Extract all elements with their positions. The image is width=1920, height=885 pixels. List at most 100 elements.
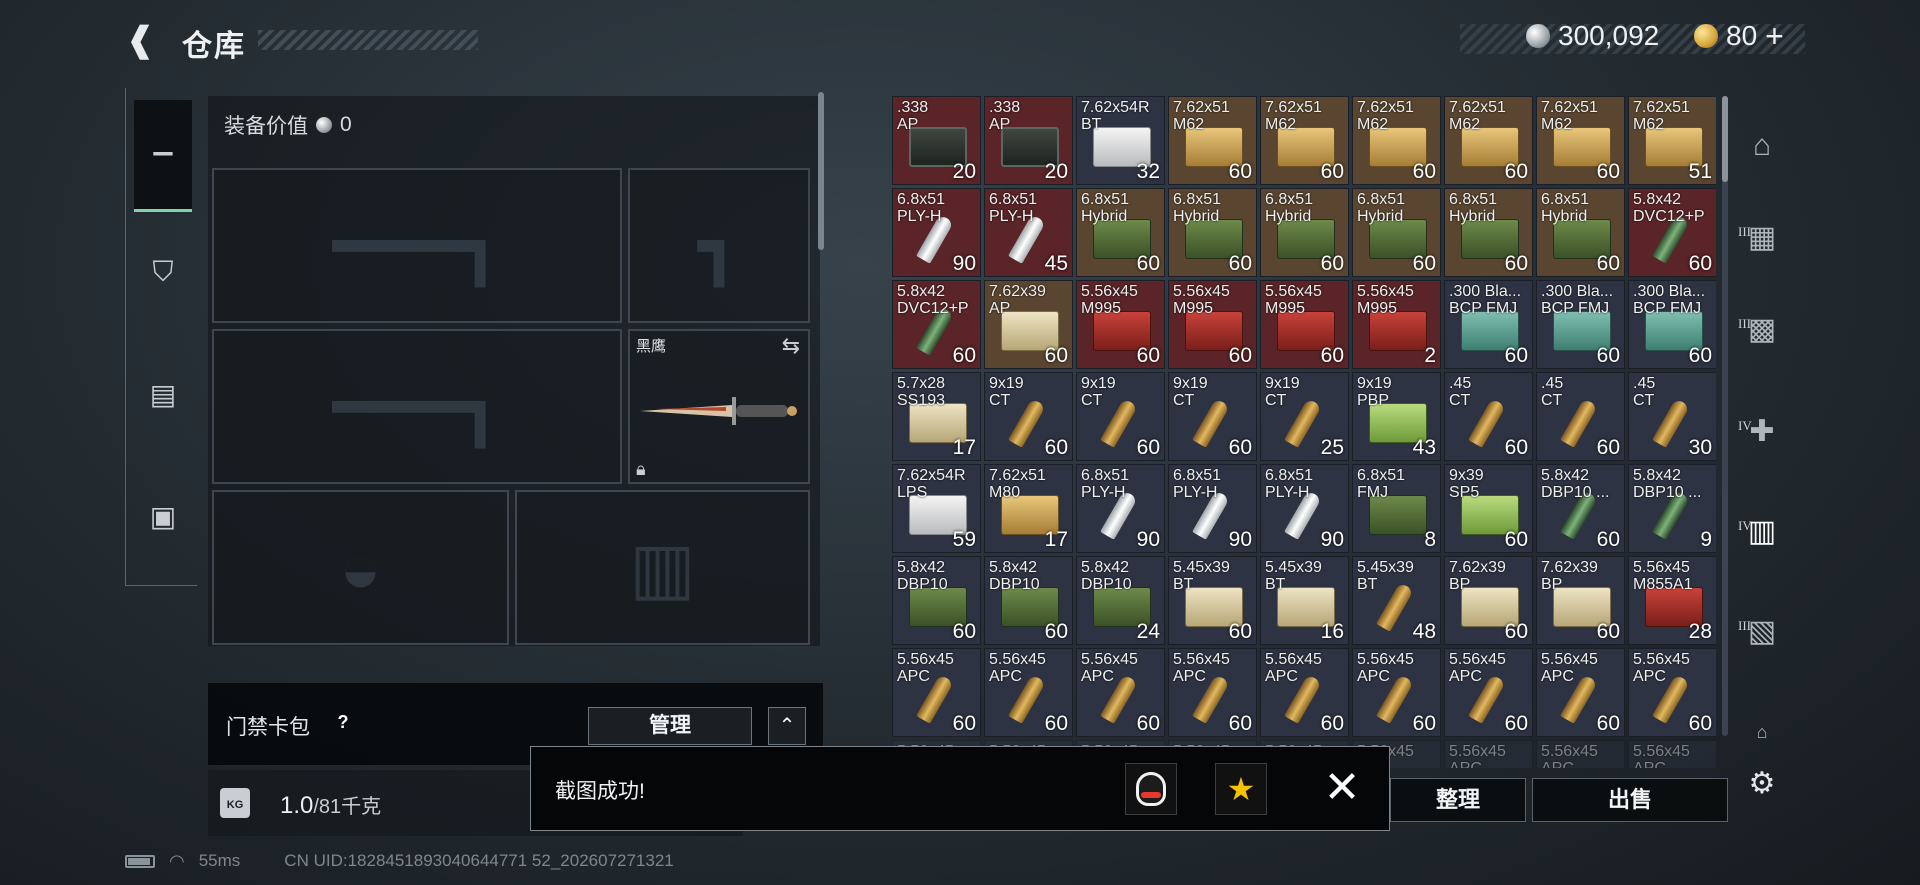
- stash-item[interactable]: 5.56x45 APC 60: [984, 648, 1073, 737]
- ammo-box-iv-icon[interactable]: IV ▥: [1738, 510, 1784, 554]
- stash-item[interactable]: .300 Bla... BCP FMJ 60: [1536, 280, 1625, 369]
- back-arrow-icon[interactable]: ❰: [126, 22, 162, 58]
- stash-item[interactable]: .45 CT 60: [1536, 372, 1625, 461]
- ammo-pack-iii-icon[interactable]: III ▩: [1738, 308, 1784, 352]
- stash-item[interactable]: 5.56x45 APC: [1536, 740, 1625, 768]
- tab-gear[interactable]: ⛉: [134, 216, 192, 328]
- stash-item[interactable]: 5.8x42 DBP10 24: [1076, 556, 1165, 645]
- stash-item[interactable]: .338 AP 20: [984, 96, 1073, 185]
- stash-item[interactable]: 7.62x51 M62 60: [1444, 96, 1533, 185]
- all-items-icon[interactable]: ⌂: [1740, 124, 1784, 168]
- stash-item[interactable]: 5.56x45 APC 60: [1352, 648, 1441, 737]
- chevron-up-icon[interactable]: ⌃: [768, 707, 806, 745]
- ammo-case-iii-icon[interactable]: III ▧: [1738, 610, 1784, 654]
- stash-item[interactable]: 5.56x45 APC 60: [1536, 648, 1625, 737]
- stash-item[interactable]: .45 CT 30: [1628, 372, 1716, 461]
- stash-item[interactable]: 7.62x54R LPS 59: [892, 464, 981, 553]
- stash-item[interactable]: 7.62x51 M62 51: [1628, 96, 1716, 185]
- manage-button[interactable]: 管理: [588, 707, 752, 745]
- stash-item[interactable]: .300 Bla... BCP FMJ 60: [1628, 280, 1716, 369]
- tab-case[interactable]: ▣: [134, 460, 192, 572]
- stash-item[interactable]: 6.8x51 PLY-H 90: [1168, 464, 1257, 553]
- stash-item[interactable]: 7.62x39 BP 60: [1536, 556, 1625, 645]
- add-gold-button[interactable]: +: [1765, 18, 1784, 55]
- lock-small-icon[interactable]: ⌂: [1740, 710, 1784, 754]
- sell-button[interactable]: 出售: [1532, 778, 1728, 822]
- stash-item[interactable]: 5.56x45 APC 60: [1168, 648, 1257, 737]
- gold-currency[interactable]: 80 +: [1694, 18, 1784, 54]
- stash-item[interactable]: 7.62x39 AP 60: [984, 280, 1073, 369]
- stash-item[interactable]: 5.56x45 APC 60: [1444, 648, 1533, 737]
- stash-item[interactable]: 6.8x51 Hybrid 60: [1076, 188, 1165, 277]
- stash-item[interactable]: 5.8x42 DBP10 60: [892, 556, 981, 645]
- stash-item[interactable]: 7.62x51 M62 60: [1168, 96, 1257, 185]
- stash-item[interactable]: 5.8x42 DVC12+P 60: [1628, 188, 1716, 277]
- stash-item[interactable]: 5.8x42 DVC12+P 60: [892, 280, 981, 369]
- stash-item[interactable]: 5.56x45 M995 2: [1352, 280, 1441, 369]
- stash-item[interactable]: 6.8x51 Hybrid 60: [1260, 188, 1349, 277]
- stash-item[interactable]: 5.56x45 APC: [1628, 740, 1716, 768]
- helmet-slot[interactable]: ◒: [212, 490, 509, 645]
- secondary-weapon-slot[interactable]: ━━━┓: [212, 329, 622, 484]
- sidearm-slot[interactable]: ┓: [628, 168, 810, 323]
- stash-item[interactable]: 7.62x51 M62 60: [1536, 96, 1625, 185]
- stash-item[interactable]: 5.56x45 M995 60: [1260, 280, 1349, 369]
- stash-item[interactable]: .300 Bla... BCP FMJ 60: [1444, 280, 1533, 369]
- gold-amount: 80: [1726, 20, 1758, 51]
- stash-scrollbar[interactable]: [1722, 96, 1728, 736]
- stash-item[interactable]: 6.8x51 Hybrid 60: [1536, 188, 1625, 277]
- stash-item[interactable]: 9x19 CT 60: [1076, 372, 1165, 461]
- armor-slot[interactable]: ▥: [515, 490, 810, 645]
- stash-item[interactable]: 6.8x51 PLY-H 45: [984, 188, 1073, 277]
- share-qq-button[interactable]: [1125, 763, 1177, 815]
- stash-item[interactable]: 6.8x51 Hybrid 60: [1352, 188, 1441, 277]
- stash-item[interactable]: 5.56x45 M855A1 28: [1628, 556, 1716, 645]
- stash-item[interactable]: 9x19 CT 25: [1260, 372, 1349, 461]
- stash-item[interactable]: 6.8x51 PLY-H 90: [1076, 464, 1165, 553]
- stash-item[interactable]: .45 CT 60: [1444, 372, 1533, 461]
- stash-item[interactable]: 6.8x51 Hybrid 60: [1444, 188, 1533, 277]
- stash-item[interactable]: 9x19 PBP 43: [1352, 372, 1441, 461]
- stash-item[interactable]: 5.45x39 BT 60: [1168, 556, 1257, 645]
- loadout-scrollbar[interactable]: [818, 92, 824, 250]
- stash-item[interactable]: 9x19 CT 60: [1168, 372, 1257, 461]
- stash-item[interactable]: 5.56x45 APC 60: [892, 648, 981, 737]
- stash-item[interactable]: 6.8x51 PLY-H 90: [892, 188, 981, 277]
- stash-item[interactable]: 5.56x45 APC 60: [1628, 648, 1716, 737]
- stash-item[interactable]: 7.62x51 M62 60: [1260, 96, 1349, 185]
- sort-button[interactable]: 整理: [1390, 778, 1526, 822]
- stash-item[interactable]: 9x39 SP5 60: [1444, 464, 1533, 553]
- stash-scroll-thumb[interactable]: [1722, 96, 1728, 182]
- stash-item[interactable]: .338 AP 20: [892, 96, 981, 185]
- stash-item[interactable]: 5.7x28 SS193 17: [892, 372, 981, 461]
- stash-item[interactable]: 5.45x39 BT 16: [1260, 556, 1349, 645]
- primary-weapon-slot[interactable]: ━━━┓: [212, 168, 622, 323]
- stash-item[interactable]: 7.62x51 M80 17: [984, 464, 1073, 553]
- stash-item[interactable]: 5.56x45 M995 60: [1168, 280, 1257, 369]
- stash-item[interactable]: 6.8x51 PLY-H 90: [1260, 464, 1349, 553]
- medkit-iv-icon[interactable]: IV ✚: [1738, 410, 1784, 454]
- tab-firearms[interactable]: ➖︎: [134, 100, 192, 212]
- stash-item[interactable]: 7.62x39 BP 60: [1444, 556, 1533, 645]
- tab-rig[interactable]: ▤: [134, 338, 192, 450]
- stash-item[interactable]: 5.56x45 APC 60: [1260, 648, 1349, 737]
- stash-item[interactable]: 9x19 CT 60: [984, 372, 1073, 461]
- settings-gear-icon[interactable]: ⚙: [1740, 762, 1784, 806]
- close-icon[interactable]: ✕: [1319, 765, 1365, 811]
- stash-item[interactable]: 5.56x45 APC 60: [1076, 648, 1165, 737]
- stash-item[interactable]: 5.56x45 APC: [1444, 740, 1533, 768]
- ammo-crate-iii-icon[interactable]: III ▦: [1738, 216, 1784, 260]
- share-qzone-button[interactable]: ★: [1215, 763, 1267, 815]
- stash-item[interactable]: 7.62x54R BT 32: [1076, 96, 1165, 185]
- help-icon[interactable]: ?: [330, 709, 356, 735]
- stash-item[interactable]: 5.56x45 M995 60: [1076, 280, 1165, 369]
- melee-slot[interactable]: 黑鹰 ⇆ 🔒︎: [628, 329, 810, 484]
- stash-item[interactable]: 5.45x39 BT 48: [1352, 556, 1441, 645]
- stash-item[interactable]: 5.8x42 DBP10 60: [984, 556, 1073, 645]
- stash-item[interactable]: 7.62x51 M62 60: [1352, 96, 1441, 185]
- stash-item[interactable]: 6.8x51 Hybrid 60: [1168, 188, 1257, 277]
- swap-icon[interactable]: ⇆: [782, 333, 800, 359]
- stash-item[interactable]: 5.8x42 DBP10 ... 9: [1628, 464, 1716, 553]
- stash-item[interactable]: 6.8x51 FMJ 8: [1352, 464, 1441, 553]
- stash-item[interactable]: 5.8x42 DBP10 ... 60: [1536, 464, 1625, 553]
